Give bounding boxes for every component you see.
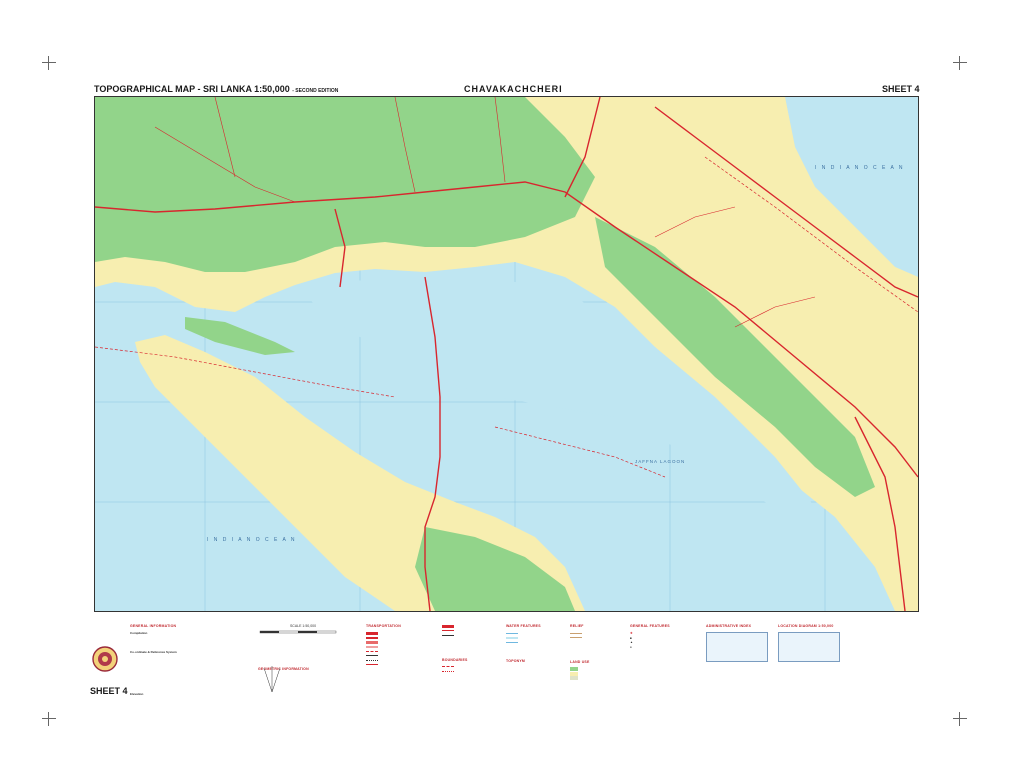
series-title-text: TOPOGRAPHICAL MAP - SRI LANKA 1:50,000 (94, 84, 290, 94)
legend-general-features: GENERAL FEATURES ✚ ■ ▲ ● (630, 624, 700, 724)
location-diagram-grid (778, 632, 840, 662)
legend-heading-land-use: LAND USE (570, 660, 590, 664)
legend-heading-admin-index: ADMINISTRATIVE INDEX (706, 624, 752, 628)
legend-elevation: Elevation (130, 692, 144, 697)
legend-general-information: GENERAL INFORMATION Compilation Co-ordin… (130, 624, 250, 724)
legend-admin-index: ADMINISTRATIVE INDEX (706, 624, 770, 724)
legend-relief: RELIEF LAND USE (570, 624, 610, 724)
legend-heading-boundaries: BOUNDARIES (442, 657, 468, 662)
map-frame[interactable]: I N D I A N O C E A N I N D I A N O C E … (94, 96, 919, 612)
sheet-number: SHEET 4 (882, 84, 920, 94)
crop-mark-top-right (953, 56, 967, 70)
lagoon-label: JAFFNA LAGOON (635, 459, 686, 464)
legend-heading-water: WATER FEATURES (506, 624, 541, 628)
north-arrow-diagram (263, 666, 281, 693)
legend-heading-toponym: TOPONYM (506, 658, 526, 663)
map-canvas (95, 97, 918, 611)
legend-boundaries: BOUNDARIES (442, 624, 498, 724)
legend-heading-general-features: GENERAL FEATURES (630, 624, 670, 628)
ocean-label-north: I N D I A N O C E A N (815, 165, 905, 171)
legend-heading-general: GENERAL INFORMATION (130, 624, 177, 628)
crop-mark-bottom-left (42, 712, 56, 726)
legend-water: WATER FEATURES TOPONYM (506, 624, 562, 724)
survey-department-emblem-icon (92, 646, 118, 672)
footer-sheet-number: SHEET 4 (90, 686, 128, 696)
crop-mark-bottom-right (953, 712, 967, 726)
legend-heading-relief: RELIEF (570, 624, 584, 628)
crop-mark-top-left (42, 56, 56, 70)
legend-heading-transportation: TRANSPORTATION (366, 624, 401, 628)
island-north (185, 317, 295, 355)
legend-scale: SCALE 1:50,000 GEOMETRIC INFORMATION (258, 624, 348, 724)
legend-transportation: TRANSPORTATION (366, 624, 436, 724)
legend-location-diagram: LOCATION DIAGRAM 1:50,000 (778, 624, 842, 724)
edition-text: - SECOND EDITION (292, 88, 339, 94)
map-name: CHAVAKACHCHERI (464, 84, 563, 94)
scale-bar (259, 630, 337, 634)
series-title: TOPOGRAPHICAL MAP - SRI LANKA 1:50,000 -… (94, 84, 338, 94)
ocean-label-south: I N D I A N O C E A N (207, 537, 297, 543)
legend-heading-location-diagram: LOCATION DIAGRAM 1:50,000 (778, 624, 834, 628)
admin-index-diagram (706, 632, 768, 662)
